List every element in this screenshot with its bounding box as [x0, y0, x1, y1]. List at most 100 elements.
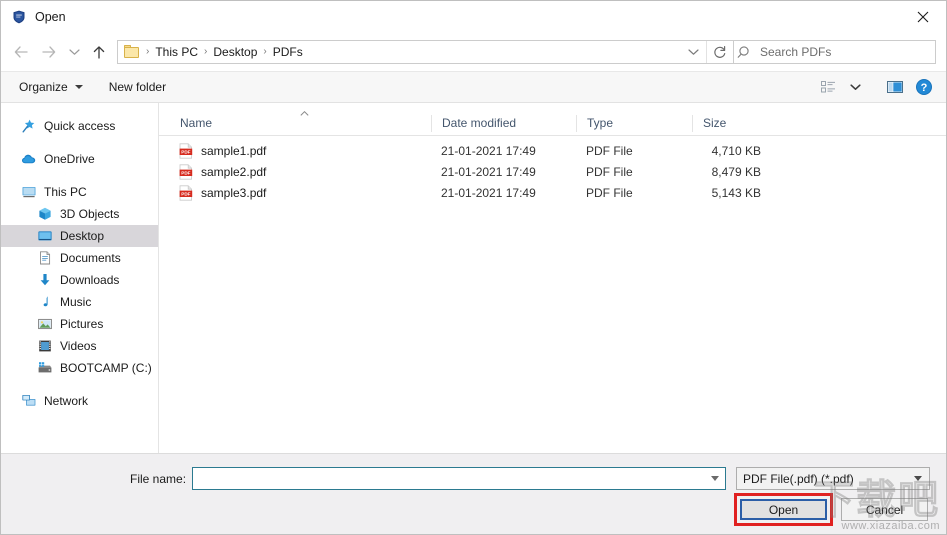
refresh-icon [714, 46, 726, 58]
breadcrumb-item-pdfs[interactable]: PDFs [268, 41, 308, 63]
column-header-label: Type [587, 116, 614, 130]
chevron-down-icon[interactable] [711, 476, 719, 481]
title-bar: Open [1, 1, 946, 33]
cancel-button[interactable]: Cancel [841, 498, 928, 521]
sidebar-item-network[interactable]: Network [1, 390, 158, 412]
change-view-button[interactable] [815, 75, 845, 99]
open-file-dialog: Open › This PC › Desktop › PDFs Search P… [0, 0, 947, 535]
sidebar-item-3d-objects[interactable]: 3D Objects [1, 203, 158, 225]
file-name-label: sample1.pdf [201, 143, 267, 158]
sidebar-item-quick-access[interactable]: Quick access [1, 115, 158, 137]
address-dropdown-button[interactable] [680, 41, 706, 63]
up-button[interactable] [85, 39, 113, 65]
sort-ascending-indicator [300, 105, 309, 116]
table-row[interactable]: PDF sample3.pdf 21-01-2021 17:49 PDF Fil… [159, 182, 946, 203]
folder-icon [124, 45, 141, 59]
sidebar-item-label: Documents [60, 251, 121, 265]
command-bar: Organize New folder ? [1, 71, 946, 103]
file-size-cell: 5,143 KB [711, 185, 761, 200]
address-bar[interactable]: › This PC › Desktop › PDFs [117, 40, 734, 64]
file-name-cell: PDF sample3.pdf [159, 184, 431, 201]
view-dropdown-button[interactable] [845, 75, 866, 99]
cloud-icon [21, 151, 37, 167]
sidebar-item-onedrive[interactable]: OneDrive [1, 148, 158, 170]
sidebar-item-label: Quick access [44, 119, 116, 133]
arrow-right-icon [42, 46, 56, 58]
column-header-type[interactable]: Type [576, 114, 692, 132]
column-header-date-modified[interactable]: Date modified [431, 114, 576, 132]
desktop-icon [37, 228, 53, 244]
file-date-cell: 21-01-2021 17:49 [441, 164, 536, 179]
new-folder-label: New folder [108, 80, 167, 94]
back-button[interactable] [7, 39, 35, 65]
refresh-button[interactable] [707, 41, 733, 63]
organize-button[interactable]: Organize [13, 75, 89, 99]
cube-icon [37, 206, 53, 222]
sidebar-item-documents[interactable]: Documents [1, 247, 158, 269]
recent-locations-button[interactable] [63, 39, 85, 65]
open-button-label: Open [768, 502, 799, 517]
column-header-label: Date modified [442, 116, 517, 130]
sidebar-item-bootcamp-c[interactable]: BOOTCAMP (C:) [1, 357, 158, 379]
sidebar-item-label: Network [44, 394, 89, 408]
file-name-cell: PDF sample1.pdf [159, 142, 431, 159]
svg-text:PDF: PDF [181, 191, 190, 196]
file-type-cell: PDF File [586, 143, 633, 158]
breadcrumb-item-desktop[interactable]: Desktop [208, 41, 262, 63]
search-input[interactable]: Search PDFs [734, 40, 936, 64]
search-icon [737, 46, 749, 58]
filename-input[interactable] [192, 467, 726, 490]
breadcrumb-item-this-pc[interactable]: This PC [150, 41, 203, 63]
preview-pane-icon [887, 81, 903, 93]
preview-pane-button[interactable] [880, 75, 910, 99]
column-header-name[interactable]: Name [159, 115, 431, 132]
chevron-down-icon [850, 84, 861, 90]
svg-text:?: ? [921, 82, 928, 94]
file-list-pane: Name Date modified Type Size PDF sample1… [159, 103, 946, 453]
star-pin-icon [21, 118, 37, 134]
forward-button[interactable] [35, 39, 63, 65]
video-film-icon [37, 338, 53, 354]
sidebar-item-downloads[interactable]: Downloads [1, 269, 158, 291]
sidebar-item-label: Music [60, 295, 92, 309]
column-header-size[interactable]: Size [692, 114, 773, 132]
search-placeholder: Search PDFs [760, 45, 832, 59]
help-button[interactable]: ? [910, 75, 938, 99]
file-size-cell: 4,710 KB [711, 143, 761, 158]
arrow-left-icon [14, 46, 28, 58]
column-header-row: Name Date modified Type Size [159, 111, 946, 136]
sidebar-item-label: BOOTCAMP (C:) [60, 361, 152, 375]
table-row[interactable]: PDF sample1.pdf 21-01-2021 17:49 PDF Fil… [159, 140, 946, 161]
file-size-cell: 8,479 KB [711, 164, 761, 179]
address-row: › This PC › Desktop › PDFs Search PDFs [1, 33, 946, 71]
filetype-select[interactable]: PDF File(.pdf) (*.pdf) [736, 467, 930, 490]
sidebar-item-label: Downloads [60, 273, 120, 287]
close-button[interactable] [900, 1, 946, 32]
sidebar-item-this-pc[interactable]: This PC [1, 181, 158, 203]
sidebar-item-videos[interactable]: Videos [1, 335, 158, 357]
sidebar-item-label: OneDrive [44, 152, 95, 166]
column-header-label: Name [180, 116, 213, 130]
open-button[interactable]: Open [740, 499, 827, 520]
file-type-cell: PDF File [586, 185, 633, 200]
filetype-value: PDF File(.pdf) (*.pdf) [743, 471, 854, 486]
chevron-down-icon [74, 85, 83, 89]
cancel-button-label: Cancel [865, 502, 904, 517]
file-name-label: sample3.pdf [201, 185, 267, 200]
dialog-body: Quick access OneDrive This PC 3D Objects… [1, 103, 946, 453]
sidebar-item-music[interactable]: Music [1, 291, 158, 313]
window-title: Open [35, 10, 66, 24]
file-name-cell: PDF sample2.pdf [159, 163, 431, 180]
pdf-app-shield-icon [11, 9, 27, 25]
file-date-cell: 21-01-2021 17:49 [441, 143, 536, 158]
arrow-up-icon [93, 45, 105, 59]
hard-drive-icon [37, 360, 53, 376]
sidebar-item-desktop[interactable]: Desktop [1, 225, 158, 247]
new-folder-button[interactable]: New folder [103, 75, 172, 99]
sidebar-item-pictures[interactable]: Pictures [1, 313, 158, 335]
picture-icon [37, 316, 53, 332]
navigation-sidebar: Quick access OneDrive This PC 3D Objects… [1, 103, 159, 453]
file-rows: PDF sample1.pdf 21-01-2021 17:49 PDF Fil… [159, 136, 946, 203]
table-row[interactable]: PDF sample2.pdf 21-01-2021 17:49 PDF Fil… [159, 161, 946, 182]
filename-label: File name: [130, 472, 187, 486]
